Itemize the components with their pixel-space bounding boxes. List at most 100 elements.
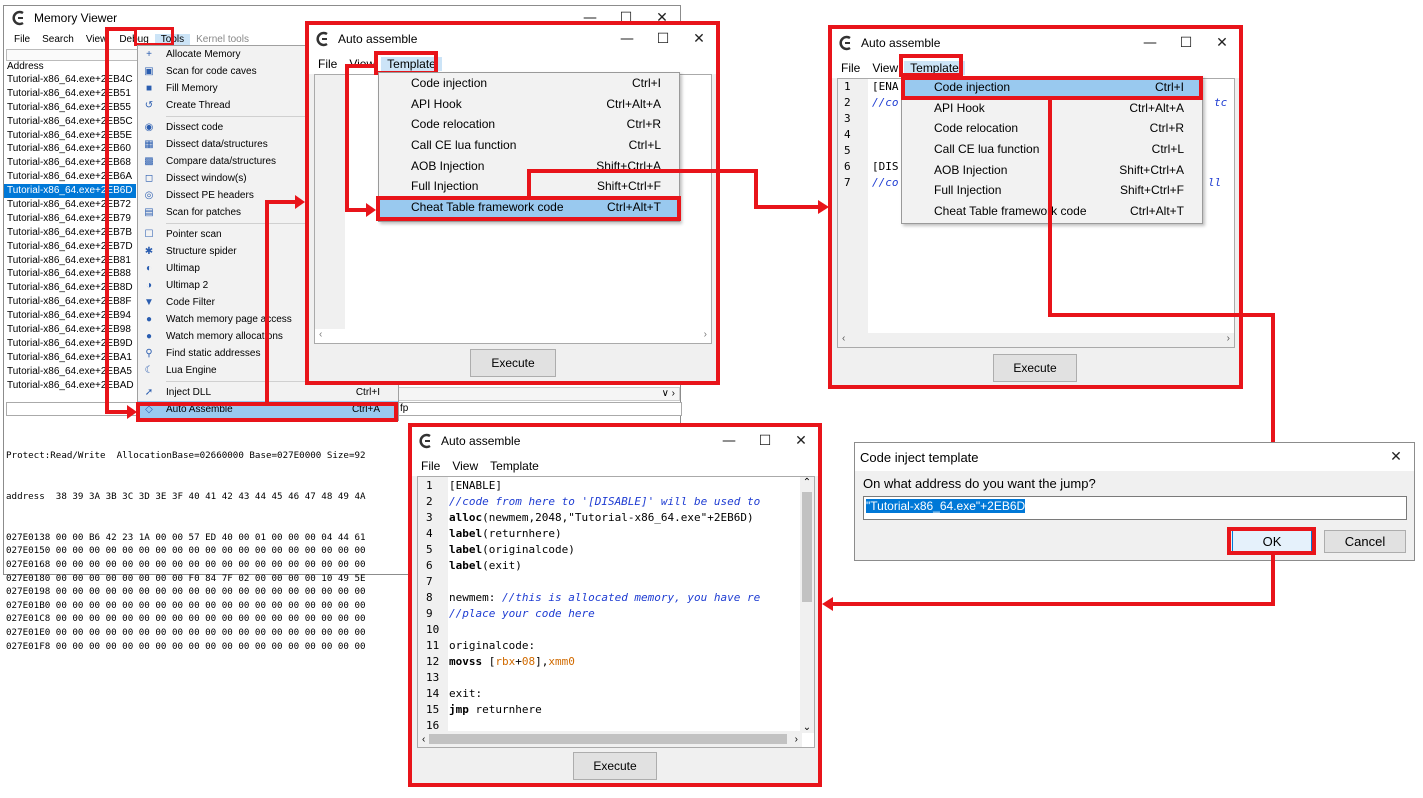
aa3-hscroll[interactable]: ‹ › <box>418 731 802 747</box>
scroll-down-icon[interactable]: ⌄ <box>800 722 814 733</box>
template-menu-item[interactable]: Full Injection Shift+Ctrl+F <box>379 176 679 197</box>
tools-menu-item[interactable]: ➚ Inject DLL Ctrl+I <box>138 384 398 401</box>
hex-row[interactable]: 027E01C8 00 00 00 00 00 00 00 00 00 00 0… <box>6 612 406 626</box>
menu-tools[interactable]: Tools <box>154 33 191 45</box>
address-row[interactable]: Tutorial-x86_64.exe+2EB7D <box>4 240 136 254</box>
template-menu-item[interactable]: Code relocation Ctrl+R <box>379 114 679 135</box>
minimize-button[interactable]: — <box>711 433 747 449</box>
maximize-button[interactable]: ☐ <box>1168 35 1204 51</box>
maximize-button[interactable]: ☐ <box>747 433 783 449</box>
address-input[interactable]: "Tutorial-x86_64.exe"+2EB6D <box>863 496 1407 520</box>
menu-view[interactable]: View <box>343 57 381 71</box>
address-row[interactable]: Tutorial-x86_64.exe+2EB94 <box>4 309 136 323</box>
address-row[interactable]: Tutorial-x86_64.exe+2EBAD <box>4 379 136 393</box>
address-row[interactable]: Tutorial-x86_64.exe+2EB68 <box>4 156 136 170</box>
template-menu-item[interactable]: Cheat Table framework code Ctrl+Alt+T <box>902 201 1202 222</box>
menu-file[interactable]: File <box>415 459 446 473</box>
menu-file[interactable]: File <box>8 34 36 45</box>
aa1-hscroll[interactable]: ‹ › <box>315 329 711 343</box>
close-button[interactable]: ✕ <box>681 31 717 47</box>
menu-kernel-tools[interactable]: Kernel tools <box>190 34 255 45</box>
address-row[interactable]: Tutorial-x86_64.exe+2EB51 <box>4 87 136 101</box>
close-button[interactable]: ✕ <box>1204 35 1240 51</box>
address-row[interactable]: Tutorial-x86_64.exe+2EB55 <box>4 101 136 115</box>
line-number: 2 <box>844 96 851 109</box>
template-menu-item[interactable]: AOB Injection Shift+Ctrl+A <box>379 155 679 176</box>
template-menu-item[interactable]: Code injection Ctrl+I <box>379 73 679 94</box>
address-row[interactable]: Tutorial-x86_64.exe+2EB8D <box>4 281 136 295</box>
scroll-up-icon[interactable]: ⌃ <box>800 477 814 488</box>
address-row[interactable]: Tutorial-x86_64.exe+2EBA5 <box>4 365 136 379</box>
menu-template[interactable]: Template <box>484 459 545 473</box>
scroll-left-icon[interactable]: ‹ <box>842 333 845 347</box>
menu-debug[interactable]: Debug <box>113 34 154 45</box>
scroll-right-icon[interactable]: › <box>704 329 707 343</box>
template-menu-item[interactable]: Full Injection Shift+Ctrl+F <box>902 180 1202 201</box>
ok-button[interactable]: OK <box>1232 530 1312 553</box>
template-menu-item[interactable]: API Hook Ctrl+Alt+A <box>379 94 679 115</box>
scroll-right-icon[interactable]: › <box>1227 333 1230 347</box>
menu-item-label: Ultimap <box>166 263 200 274</box>
maximize-button[interactable]: ☐ <box>645 31 681 47</box>
menu-file[interactable]: File <box>312 57 343 71</box>
address-row[interactable]: Tutorial-x86_64.exe+2EB5E <box>4 129 136 143</box>
address-row[interactable]: Tutorial-x86_64.exe+2EB6A <box>4 170 136 184</box>
code-line: alloc(newmem,2048,"Tutorial-x86_64.exe"+… <box>449 511 754 524</box>
address-row[interactable]: Tutorial-x86_64.exe+2EB79 <box>4 212 136 226</box>
aa3-editor[interactable]: 1 2 3 4 5 6 7 8 9 10 11 12 13 14 15 16 [ENABLE]//code f… <box>417 476 815 748</box>
close-button[interactable]: ✕ <box>1378 449 1414 465</box>
scroll-right-icon[interactable]: › <box>795 734 798 745</box>
template-menu-item[interactable]: Call CE lua function Ctrl+L <box>902 139 1202 160</box>
hex-row[interactable]: 027E0150 00 00 00 00 00 00 00 00 00 00 0… <box>6 544 406 558</box>
template-menu-item[interactable]: AOB Injection Shift+Ctrl+A <box>902 159 1202 180</box>
scroll-thumb[interactable] <box>802 492 812 602</box>
address-row[interactable]: Tutorial-x86_64.exe+2EB98 <box>4 323 136 337</box>
menu-view[interactable]: View <box>80 34 114 45</box>
template-menu-item[interactable]: Call CE lua function Ctrl+L <box>379 135 679 156</box>
minimize-button[interactable]: — <box>1132 35 1168 51</box>
scroll-left-icon[interactable]: ‹ <box>319 329 322 343</box>
cancel-button[interactable]: Cancel <box>1324 530 1406 553</box>
menu-file[interactable]: File <box>835 61 866 75</box>
menu-item-shortcut: Ctrl+R <box>1149 121 1184 136</box>
execute-button[interactable]: Execute <box>993 354 1077 382</box>
menu-item-label: Inject DLL <box>166 387 212 398</box>
aa3-vscroll[interactable]: ⌃ ⌄ <box>800 477 814 733</box>
address-row[interactable]: Tutorial-x86_64.exe+2EB88 <box>4 267 136 281</box>
execute-button[interactable]: Execute <box>470 349 556 377</box>
menu-template[interactable]: Template <box>904 61 965 75</box>
template-menu-item[interactable]: Cheat Table framework code Ctrl+Alt+T <box>379 196 679 218</box>
address-row[interactable]: Tutorial-x86_64.exe+2EB7B <box>4 226 136 240</box>
scroll-left-icon[interactable]: ‹ <box>422 734 425 745</box>
address-row[interactable]: Tutorial-x86_64.exe+2EB4C <box>4 73 136 87</box>
menu-view[interactable]: View <box>446 459 484 473</box>
address-row[interactable]: Tutorial-x86_64.exe+2EB60 <box>4 142 136 156</box>
address-row[interactable]: Tutorial-x86_64.exe+2EB5C <box>4 115 136 129</box>
hex-row[interactable]: 027E0138 00 00 B6 42 23 1A 00 00 57 ED 4… <box>6 531 406 545</box>
scroll-thumb[interactable] <box>429 734 787 744</box>
hex-row[interactable]: 027E0168 00 00 00 00 00 00 00 00 00 00 0… <box>6 558 406 572</box>
minimize-button[interactable]: — <box>609 31 645 47</box>
menu-template[interactable]: Template <box>381 57 442 71</box>
close-button[interactable]: ✕ <box>783 433 819 449</box>
template-menu-item[interactable]: Code relocation Ctrl+R <box>902 118 1202 139</box>
tools-menu-item[interactable]: ◇ Auto Assemble Ctrl+A <box>138 401 398 418</box>
address-row[interactable]: Tutorial-x86_64.exe+2EB9D <box>4 337 136 351</box>
address-row[interactable]: Tutorial-x86_64.exe+2EB8F <box>4 295 136 309</box>
address-row[interactable]: Tutorial-x86_64.exe+2EB6D <box>4 184 136 199</box>
template-menu-item[interactable]: API Hook Ctrl+Alt+A <box>902 98 1202 119</box>
hex-row[interactable]: 027E01F8 00 00 00 00 00 00 00 00 00 00 0… <box>6 640 406 654</box>
aa2-hscroll[interactable]: ‹ › <box>838 333 1234 347</box>
menu-search[interactable]: Search <box>36 34 80 45</box>
address-row[interactable]: Tutorial-x86_64.exe+2EBA1 <box>4 351 136 365</box>
template-menu-item[interactable]: Code injection Ctrl+I <box>902 77 1202 98</box>
address-row[interactable]: Tutorial-x86_64.exe+2EB81 <box>4 254 136 268</box>
hex-row[interactable]: 027E01E0 00 00 00 00 00 00 00 00 00 00 0… <box>6 626 406 640</box>
hex-row[interactable]: 027E0180 00 00 00 00 00 00 00 00 F0 84 7… <box>6 572 406 586</box>
address-row[interactable]: Tutorial-x86_64.exe+2EB72 <box>4 198 136 212</box>
line-number: 5 <box>426 543 433 556</box>
menu-view[interactable]: View <box>866 61 904 75</box>
hex-row[interactable]: 027E01B0 00 00 00 00 00 00 00 00 00 00 0… <box>6 599 406 613</box>
hex-row[interactable]: 027E0198 00 00 00 00 00 00 00 00 00 00 0… <box>6 585 406 599</box>
execute-button[interactable]: Execute <box>573 752 657 780</box>
